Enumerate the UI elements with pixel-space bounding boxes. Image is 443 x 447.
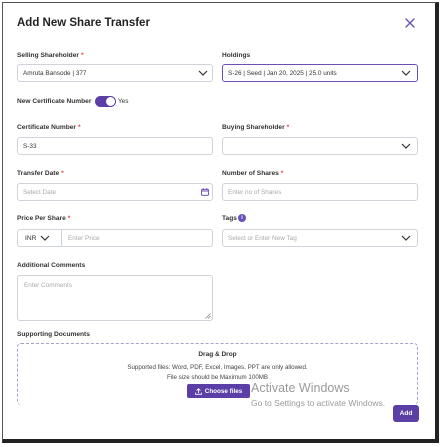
- dropzone-title: Drag & Drop: [198, 351, 237, 358]
- selling-shareholder-select[interactable]: Amruta Bansode | 377: [17, 64, 213, 82]
- modal-title: Add New Share Transfer: [17, 17, 150, 29]
- chevron-down-icon: [401, 70, 411, 76]
- currency-select[interactable]: INR: [17, 229, 61, 247]
- holdings-value: S-26 | Seed | Jan 20, 2025 | 25.0 units: [228, 69, 337, 77]
- new-certificate-toggle[interactable]: [95, 96, 116, 107]
- buying-shareholder-label: Buying Shareholder *: [222, 124, 290, 131]
- transfer-date-input[interactable]: Select Date: [17, 183, 213, 201]
- new-certificate-label: New Certificate Number: [17, 98, 92, 105]
- tags-select[interactable]: Select or Enter New Tag: [222, 229, 418, 247]
- tags-placeholder: Select or Enter New Tag: [228, 234, 297, 242]
- currency-value: INR: [25, 234, 37, 242]
- toggle-yes-text: Yes: [118, 98, 129, 105]
- holdings-select[interactable]: S-26 | Seed | Jan 20, 2025 | 25.0 units: [222, 64, 418, 82]
- calendar-icon[interactable]: [201, 188, 209, 196]
- price-placeholder: Enter Price: [68, 234, 100, 242]
- dropzone-supported-text: Supported files: Word, PDF, Excel, Image…: [127, 364, 308, 371]
- dropzone-size-text: File size should be Maximum 100MB: [166, 374, 269, 381]
- transfer-date-label: Transfer Date *: [17, 170, 64, 177]
- number-of-shares-input[interactable]: Enter no of Shares: [222, 183, 418, 201]
- upload-icon: [194, 387, 202, 395]
- file-dropzone[interactable]: Drag & Drop Supported files: Word, PDF, …: [17, 343, 418, 405]
- holdings-label: Holdings: [222, 52, 251, 59]
- price-per-share-label: Price Per Share *: [17, 215, 71, 222]
- price-input[interactable]: Enter Price: [61, 229, 213, 247]
- choose-files-label: Choose files: [204, 387, 243, 395]
- certificate-number-value: S-33: [23, 142, 37, 150]
- activate-windows-title: Activate Windows: [251, 381, 350, 395]
- chevron-down-icon: [198, 70, 208, 76]
- number-of-shares-label: Number of Shares *: [222, 170, 284, 177]
- info-icon[interactable]: i: [238, 214, 246, 222]
- certificate-number-input[interactable]: S-33: [17, 137, 213, 155]
- certificate-number-label: Certificate Number *: [17, 124, 81, 131]
- toggle-knob: [106, 97, 115, 106]
- additional-comments-label: Additional Comments: [17, 262, 86, 269]
- selling-shareholder-label: Selling Shareholder *: [17, 52, 84, 59]
- buying-shareholder-select[interactable]: [222, 137, 418, 155]
- selling-shareholder-value: Amruta Bansode | 377: [23, 69, 87, 77]
- chevron-down-icon: [401, 235, 411, 241]
- add-button[interactable]: Add: [393, 405, 419, 422]
- choose-files-button[interactable]: Choose files: [187, 384, 250, 398]
- supporting-documents-label: Supporting Documents: [17, 331, 90, 338]
- close-icon[interactable]: [403, 16, 417, 30]
- transfer-date-placeholder: Select Date: [23, 188, 57, 196]
- number-of-shares-placeholder: Enter no of Shares: [228, 188, 282, 196]
- activate-windows-subtitle: Go to Settings to activate Windows.: [251, 398, 386, 408]
- chevron-down-icon: [401, 143, 411, 149]
- resize-handle-icon[interactable]: [205, 313, 211, 319]
- chevron-down-icon: [40, 235, 50, 241]
- additional-comments-textarea[interactable]: Enter Comments: [17, 275, 213, 321]
- tags-label: Tags: [222, 215, 237, 222]
- comments-placeholder: Enter Comments: [24, 282, 72, 289]
